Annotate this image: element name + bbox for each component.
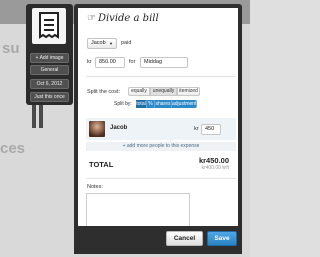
notes-label: Notes: (87, 184, 103, 190)
background-text-fragment: su (2, 40, 20, 57)
pointing-hand-icon: ☞ (87, 13, 96, 24)
divide-bill-dialog: ☞ Divide a bill Jacob ▼ paid kr 850.00 fo… (74, 4, 242, 254)
date-button[interactable]: Oct 6, 2012 (30, 79, 69, 89)
divider (86, 178, 236, 179)
person-amount-input[interactable]: 450 (201, 124, 221, 135)
for-label: for (129, 59, 136, 65)
split-cost-label: Split the cost: (87, 89, 121, 95)
person-row: Jacob kr 450 (86, 118, 236, 140)
payer-select[interactable]: Jacob ▼ (87, 38, 117, 49)
total-label: TOTAL (89, 160, 114, 169)
background-text-fragment: ces (0, 140, 26, 157)
background-pin (32, 104, 36, 128)
split-by-label: Split by: (114, 101, 132, 107)
payer-select-value: Jacob (91, 40, 106, 46)
split-by-percent[interactable]: % (147, 100, 155, 108)
expense-side-panel: + Add image General Oct 6, 2012 Just thi… (26, 4, 73, 105)
divider (86, 76, 236, 77)
add-image-button[interactable]: + Add image (30, 53, 69, 63)
split-by-total[interactable]: total (136, 100, 147, 108)
background-pin (39, 104, 43, 128)
avatar (89, 121, 105, 137)
split-equally-option[interactable]: equally (128, 87, 150, 96)
person-currency-label: kr (194, 126, 199, 132)
split-by-adjustment[interactable]: adjustment (172, 100, 197, 108)
split-itemized-option[interactable]: itemized (177, 87, 200, 96)
amount-left: kr400.00 left (201, 165, 229, 171)
person-name: Jacob (110, 125, 128, 131)
repeat-button[interactable]: Just this once (30, 92, 69, 102)
dialog-title-text: Divide a bill (97, 13, 159, 24)
category-button[interactable]: General (30, 65, 69, 75)
dialog-body: ☞ Divide a bill Jacob ▼ paid kr 850.00 fo… (78, 8, 238, 233)
receipt-image-placeholder[interactable] (32, 8, 66, 44)
chevron-down-icon: ▼ (109, 41, 113, 46)
amount-input[interactable]: 850.00 (95, 57, 125, 68)
add-more-people-link[interactable]: + add more people to this expense (86, 142, 236, 151)
currency-label: kr (87, 59, 92, 65)
description-input[interactable]: Middag (140, 57, 188, 68)
cancel-button[interactable]: Cancel (166, 231, 203, 246)
total-amount: kr450.00 (198, 156, 229, 165)
dialog-title: ☞ Divide a bill (87, 13, 159, 24)
paid-label: paid (121, 40, 132, 46)
save-button[interactable]: Save (207, 231, 237, 246)
split-by-shares[interactable]: shares (155, 100, 172, 108)
split-unequally-option[interactable]: unequally (150, 87, 177, 96)
receipt-icon (39, 12, 59, 39)
